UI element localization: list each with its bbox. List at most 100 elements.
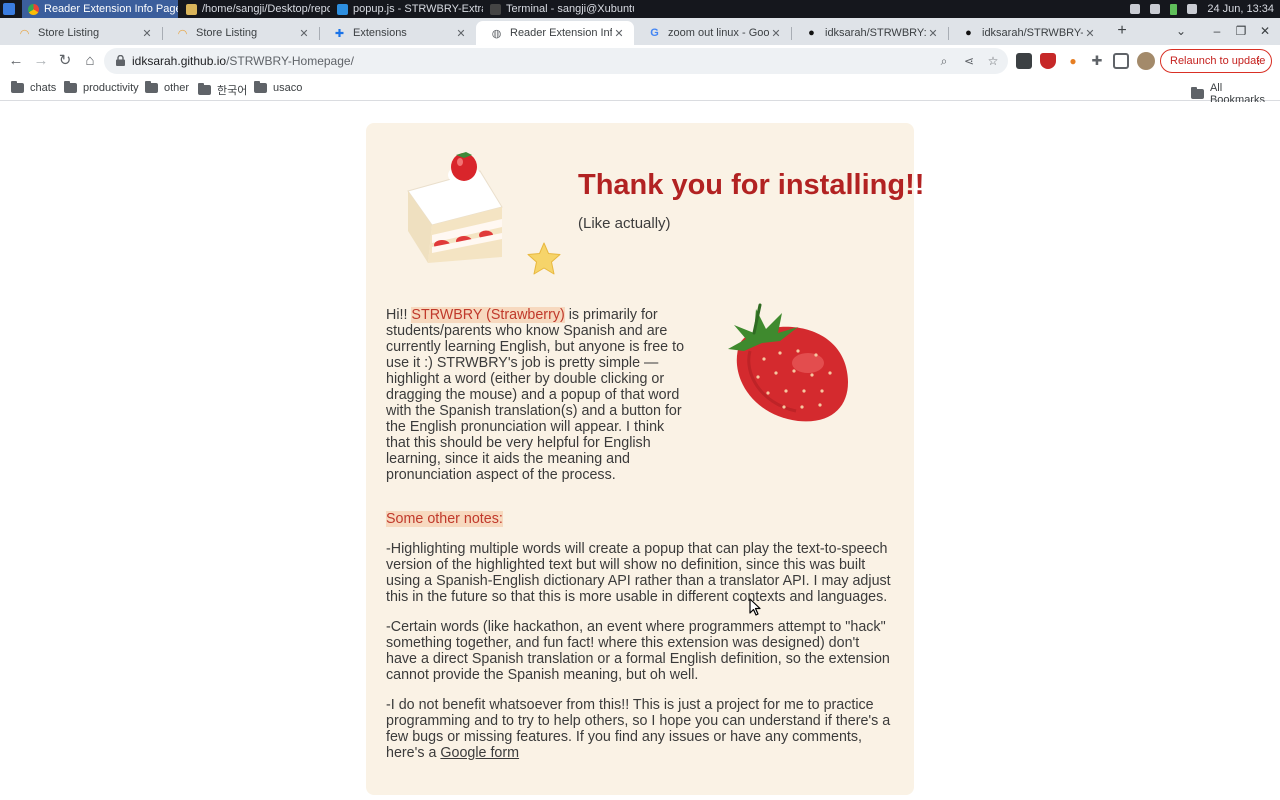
folder-icon (1191, 87, 1204, 99)
bookmark-folder-usaco[interactable]: usaco (254, 81, 303, 94)
extension-keyboard-icon[interactable] (1016, 53, 1032, 69)
page-subtitle: (Like actually) (578, 215, 671, 232)
bookmark-label: usaco (273, 82, 303, 94)
tab-title: zoom out linux - Google S (668, 27, 769, 39)
tab-extensions[interactable]: ✚ Extensions ✕ (319, 21, 476, 45)
tab-store-listing-2[interactable]: ◠ Store Listing ✕ (162, 21, 319, 45)
tab-strip: ◠ Store Listing ✕ ◠ Store Listing ✕ ✚ Ex… (0, 18, 1280, 45)
tab-title: Reader Extension Info Pa (510, 27, 612, 39)
tab-github-homepage[interactable]: ● idksarah/STRWBRY-Hom ✕ (948, 21, 1105, 45)
github-icon: ● (965, 27, 972, 39)
profile-avatar[interactable] (1137, 52, 1155, 70)
address-bar[interactable]: idksarah.github.io/STRWBRY-Homepage/ ⌕ ⋖… (104, 48, 1008, 74)
page-viewport[interactable]: Thank you for installing!! (Like actuall… (0, 102, 1280, 800)
bookmark-label: other (164, 82, 190, 94)
restore-window-icon[interactable]: ❐ (1233, 22, 1249, 40)
tab-google-search[interactable]: G zoom out linux - Google S ✕ (634, 21, 791, 45)
bookmark-label: chats (30, 82, 57, 94)
close-tab-icon[interactable]: ✕ (926, 27, 940, 40)
star-icon (527, 242, 561, 275)
strawberry-cake-image (407, 152, 503, 263)
folder-icon (64, 81, 77, 93)
tab-title: Store Listing (38, 27, 100, 39)
side-panel-icon[interactable] (1113, 53, 1129, 69)
tab-title: Store Listing (196, 27, 258, 39)
lock-icon[interactable] (116, 55, 125, 66)
bookmarks-bar: chats productivity other 한국어 usaco All B… (0, 77, 1280, 106)
minimize-window-icon[interactable]: – (1209, 22, 1225, 40)
tab-store-listing-1[interactable]: ◠ Store Listing ✕ (4, 21, 162, 45)
tab-search-chevron-icon[interactable]: ⌄ (1173, 22, 1189, 40)
close-tab-icon[interactable]: ✕ (769, 27, 783, 40)
close-tab-icon[interactable]: ✕ (612, 27, 626, 40)
note-paragraph-3: -I do not benefit whatsoever from this!!… (386, 697, 892, 761)
kebab-menu-icon[interactable]: ⋮ (1253, 54, 1264, 67)
taskbar-window-vscode[interactable]: popup.js - STRWBRY-Extras -... (331, 0, 483, 18)
folder-icon (254, 81, 267, 93)
bookmark-folder-korean[interactable]: 한국어 (198, 82, 247, 98)
home-icon[interactable]: ⌂ (80, 51, 100, 71)
tab-reader-extension[interactable]: ◍ Reader Extension Info Pa ✕ (476, 21, 634, 45)
close-tab-icon[interactable]: ✕ (1083, 27, 1097, 40)
tab-github-strwbry[interactable]: ● idksarah/STRWBRY: STRW ✕ (791, 21, 948, 45)
notification-bell-icon[interactable] (1150, 4, 1161, 14)
page-title: Thank you for installing!! (578, 169, 925, 201)
strawberry-extension-icon[interactable]: ● (1065, 53, 1081, 69)
puzzle-piece-icon: ✚ (334, 27, 345, 40)
bookmark-folder-chats[interactable]: chats (11, 81, 57, 94)
tab-title: idksarah/STRWBRY-Hom (982, 27, 1083, 39)
content-card: Thank you for installing!! (Like actuall… (366, 123, 924, 795)
battery-icon[interactable] (1170, 3, 1178, 15)
strwbry-highlight: STRWBRY (Strawberry) (411, 307, 565, 323)
network-icon[interactable] (1130, 4, 1141, 14)
url-text[interactable]: idksarah.github.io/STRWBRY-Homepage/ (132, 54, 354, 68)
app-menu-icon[interactable] (3, 3, 15, 15)
note-paragraph-1: -Highlighting multiple words will create… (386, 541, 891, 605)
folder-icon (198, 83, 211, 95)
mouse-cursor-icon (749, 598, 761, 616)
ublock-shield-icon[interactable] (1040, 53, 1056, 69)
folder-icon (11, 81, 24, 93)
bookmark-folder-productivity[interactable]: productivity (64, 81, 139, 94)
close-tab-icon[interactable]: ✕ (140, 27, 154, 40)
close-window-icon[interactable]: ✕ (1257, 22, 1273, 40)
close-tab-icon[interactable]: ✕ (297, 27, 311, 40)
notes-heading: Some other notes: (386, 511, 503, 527)
taskbar-window-title: /home/sangji/Desktop/repo... (202, 3, 330, 15)
taskbar-window-files[interactable]: /home/sangji/Desktop/repo... (180, 0, 330, 18)
bookmark-label: 한국어 (217, 85, 248, 97)
reload-icon[interactable]: ↻ (55, 51, 75, 71)
tab-title: idksarah/STRWBRY: STRW (825, 27, 926, 39)
extensions-puzzle-icon[interactable]: ✚ (1089, 53, 1105, 69)
terminal-icon (490, 3, 501, 15)
chrome-icon (28, 3, 39, 15)
rainbow-favicon-icon: ◠ (19, 27, 30, 40)
taskbar-window-title: Terminal - sangji@Xubuntu: ... (506, 3, 634, 15)
vscode-icon (337, 3, 348, 15)
note-paragraph-2: -Certain words (like hackathon, an event… (386, 619, 890, 683)
share-icon[interactable]: ⋖ (960, 52, 978, 70)
github-icon: ● (808, 27, 815, 39)
zoom-magnifier-icon[interactable]: ⌕ (935, 52, 953, 70)
bookmark-folder-other[interactable]: other (145, 81, 190, 94)
taskbar-window-terminal[interactable]: Terminal - sangji@Xubuntu: ... (484, 0, 634, 18)
google-g-icon: G (650, 27, 659, 39)
bookmark-star-icon[interactable]: ☆ (984, 52, 1002, 70)
taskbar-window-title: popup.js - STRWBRY-Extras -... (353, 3, 483, 15)
close-tab-icon[interactable]: ✕ (454, 27, 468, 40)
rainbow-favicon-icon: ◠ (177, 27, 188, 40)
strawberry-image (728, 303, 848, 422)
folder-icon (145, 81, 158, 93)
tab-title: Extensions (353, 27, 407, 39)
clock[interactable]: 24 Jun, 13:34 (1207, 3, 1274, 15)
taskbar-window-chrome[interactable]: Reader Extension Info Page ... (22, 0, 178, 18)
back-arrow-icon[interactable]: ← (6, 51, 26, 71)
google-form-link[interactable]: Google form (440, 745, 519, 761)
relaunch-to-update-button[interactable]: Relaunch to update ⋮ (1160, 49, 1272, 73)
bookmark-label: productivity (83, 82, 139, 94)
volume-icon[interactable] (1187, 4, 1198, 14)
new-tab-plus-icon[interactable]: + (1113, 22, 1131, 40)
url-host: idksarah.github.io (132, 54, 227, 68)
forward-arrow-icon[interactable]: → (31, 51, 51, 71)
intro-prefix: Hi!! (386, 307, 412, 323)
